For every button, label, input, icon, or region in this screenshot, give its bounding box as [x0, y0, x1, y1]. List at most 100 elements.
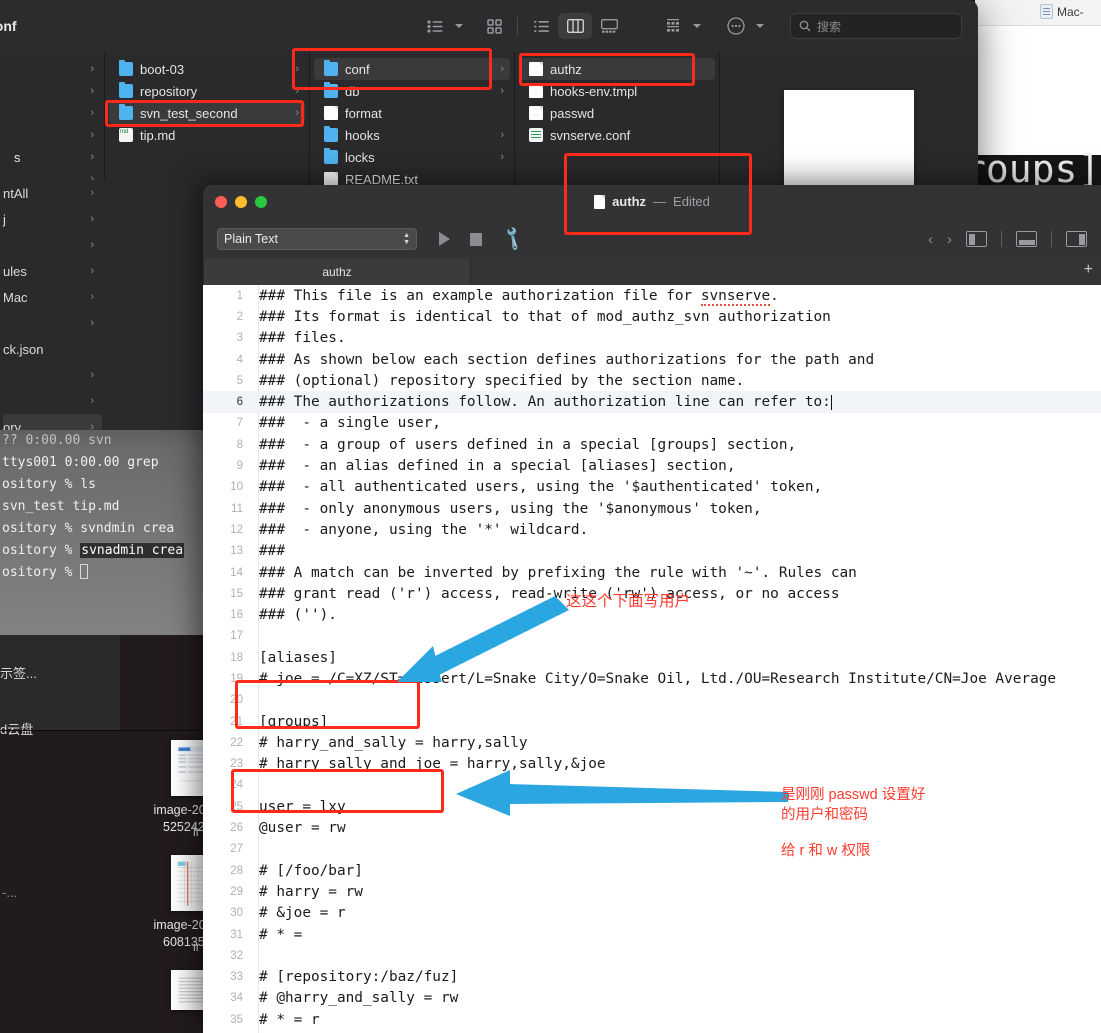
code-line-33[interactable]: 33 # [repository:/baz/fuz] — [203, 967, 1101, 988]
right-pane-icon[interactable] — [1066, 231, 1087, 247]
chevron-right-icon[interactable]: › — [90, 395, 94, 407]
group-by-chevron-down-icon[interactable] — [693, 24, 701, 28]
chevron-right-icon[interactable]: › — [295, 63, 299, 75]
gallery-view-icon[interactable] — [592, 13, 626, 39]
code-line-14[interactable]: 14 ### A match can be inverted by prefixi… — [203, 562, 1101, 583]
code-line-7[interactable]: 7 ### - a single user, — [203, 413, 1101, 434]
finder-sidebar-overlay[interactable]: ntAll › j › › ules › Mac › › ck.json › › ory › — [0, 180, 105, 440]
chevron-right-icon[interactable]: › — [90, 213, 94, 225]
code-line-32[interactable]: 32 — [203, 945, 1101, 966]
chevron-right-icon[interactable]: › — [500, 129, 504, 141]
stepper-icon[interactable]: ▲ ▼ — [403, 232, 410, 246]
sidebar-cloud-label[interactable]: d云盘 — [0, 719, 33, 738]
code-line-1[interactable]: 1 ### This file is an example authorizati… — [203, 285, 1101, 306]
finder-row-format[interactable]: format — [314, 102, 510, 124]
code-line-23[interactable]: 23 # harry_sally_and_joe = harry,sally,&j… — [203, 754, 1101, 775]
code-line-21[interactable]: 21 [groups] — [203, 711, 1101, 732]
code-line-22[interactable]: 22 # harry_and_sally = harry,sally — [203, 732, 1101, 753]
finder-row-tip-md[interactable]: tip.md — [109, 124, 305, 146]
code-line-12[interactable]: 12 ### - anyone, using the '*' wildcard. — [203, 519, 1101, 540]
editor-action-icons[interactable]: 🔧 — [439, 225, 527, 252]
code-line-31[interactable]: 31 # * = — [203, 924, 1101, 945]
sidebar-item-item-5[interactable]: › — [3, 310, 102, 336]
new-tab-button[interactable]: + — [1084, 262, 1093, 278]
finder-row-boot-03[interactable]: boot-03 › — [109, 58, 305, 80]
finder-row-repository[interactable]: repository › — [109, 80, 305, 102]
chevron-right-icon[interactable]: › — [90, 107, 94, 119]
finder-row-hooks-env-tmpl[interactable]: hooks-env.tmpl — [519, 80, 715, 102]
chevron-right-icon[interactable]: › — [500, 63, 504, 75]
code-line-16[interactable]: 16 ### (''). — [203, 604, 1101, 625]
code-line-10[interactable]: 10 ### - all authenticated users, using t… — [203, 477, 1101, 498]
column-view-icon[interactable] — [558, 13, 592, 39]
finder-row-hooks[interactable]: hooks › — [314, 124, 510, 146]
code-line-5[interactable]: 5 ### (optional) repository specified by … — [203, 370, 1101, 391]
text-editor-window[interactable]: authz — Edited Plain Text ▲ ▼ 🔧 ‹ › auth… — [203, 185, 1101, 1033]
sidebar-tag-label[interactable]: 示签... — [0, 663, 37, 682]
code-line-27[interactable]: 27 — [203, 839, 1101, 860]
chevron-right-icon[interactable]: › — [90, 369, 94, 381]
finder-row-item-2[interactable]: › — [4, 102, 100, 124]
chevron-right-icon[interactable]: › — [295, 107, 299, 119]
chevron-right-icon[interactable]: › — [947, 231, 952, 248]
chevron-right-icon[interactable]: › — [90, 129, 94, 141]
code-line-11[interactable]: 11 ### - only anonymous users, using the … — [203, 498, 1101, 519]
editor-code-area[interactable]: 1 ### This file is an example authorizati… — [203, 285, 1101, 1033]
chevron-right-icon[interactable]: › — [90, 85, 94, 97]
code-line-19[interactable]: 19 # joe = /C=XZ/ST=Dessert/L=Snake City/… — [203, 668, 1101, 689]
finder-row-item-0[interactable]: › — [4, 58, 100, 80]
finder-row-item-3[interactable]: › — [4, 124, 100, 146]
code-line-6[interactable]: 6 ### The authorizations follow. An autho… — [203, 391, 1101, 413]
finder-row-locks[interactable]: locks › — [314, 146, 510, 168]
chevron-left-icon[interactable]: ‹ — [928, 231, 933, 248]
sidebar-item-mac[interactable]: Mac › — [3, 284, 102, 310]
finder-row-passwd[interactable]: passwd — [519, 102, 715, 124]
code-line-3[interactable]: 3 ### files. — [203, 328, 1101, 349]
finder-row-item-1[interactable]: › — [4, 80, 100, 102]
code-line-30[interactable]: 30 # &joe = r — [203, 903, 1101, 924]
sidebar-item-ntall[interactable]: ntAll › — [3, 180, 102, 206]
code-line-18[interactable]: 18 [aliases] — [203, 647, 1101, 668]
sidebar-item-item-2[interactable]: › — [3, 232, 102, 258]
chevron-right-icon[interactable]: › — [90, 265, 94, 277]
finder-row-conf[interactable]: conf › — [314, 58, 510, 80]
chevron-right-icon[interactable]: › — [500, 85, 504, 97]
lower-left-finder-pane[interactable]: 示签... d云盘 -... ir ir — [0, 635, 252, 1033]
chevron-right-icon[interactable]: › — [90, 63, 94, 75]
chevron-right-icon[interactable]: › — [90, 239, 94, 251]
sidebar-item-ck-json[interactable]: ck.json — [3, 336, 102, 362]
search-input[interactable]: 搜索 — [790, 13, 962, 39]
code-line-8[interactable]: 8 ### - a group of users defined in a spe… — [203, 434, 1101, 455]
finder-row-svn-test-second[interactable]: svn_test_second › — [109, 102, 305, 124]
sidebar-item-item-7[interactable]: › — [3, 362, 102, 388]
more-actions-icon[interactable] — [719, 13, 753, 39]
tab-authz[interactable]: authz — [203, 259, 471, 285]
chevron-right-icon[interactable]: › — [90, 291, 94, 303]
code-line-35[interactable]: 35 # * = r — [203, 1009, 1101, 1030]
bottom-pane-icon[interactable] — [1016, 231, 1037, 247]
editor-titlebar[interactable]: authz — Edited — [203, 185, 1101, 219]
left-pane-icon[interactable] — [966, 231, 987, 247]
code-line-29[interactable]: 29 # harry = rw — [203, 881, 1101, 902]
stop-icon[interactable] — [470, 232, 482, 246]
sidebar-item-ules[interactable]: ules › — [3, 258, 102, 284]
code-line-13[interactable]: 13 ### — [203, 541, 1101, 562]
syntax-mode-select[interactable]: Plain Text ▲ ▼ — [217, 228, 417, 250]
code-line-34[interactable]: 34 # @harry_and_sally = rw — [203, 988, 1101, 1009]
sidebar-item-item-8[interactable]: › — [3, 388, 102, 414]
code-line-17[interactable]: 17 — [203, 626, 1101, 647]
wrench-icon[interactable]: 🔧 — [498, 225, 527, 253]
code-line-28[interactable]: 28 # [/foo/bar] — [203, 860, 1101, 881]
code-line-9[interactable]: 9 ### - an alias defined in a special [al… — [203, 455, 1101, 476]
code-line-2[interactable]: 2 ### Its format is identical to that of … — [203, 306, 1101, 327]
finder-row-svnserve-conf[interactable]: svnserve.conf — [519, 124, 715, 146]
finder-row-s[interactable]: s › — [4, 146, 100, 168]
list-group-icon[interactable] — [418, 13, 452, 39]
chevron-right-icon[interactable]: › — [90, 317, 94, 329]
chevron-down-icon[interactable] — [455, 24, 463, 28]
code-line-25[interactable]: 25 user = lxy — [203, 796, 1101, 817]
code-line-20[interactable]: 20 — [203, 690, 1101, 711]
editor-tab-bar[interactable]: authz + — [203, 259, 1101, 285]
sidebar-item-j[interactable]: j › — [3, 206, 102, 232]
group-by-icon[interactable] — [656, 13, 690, 39]
